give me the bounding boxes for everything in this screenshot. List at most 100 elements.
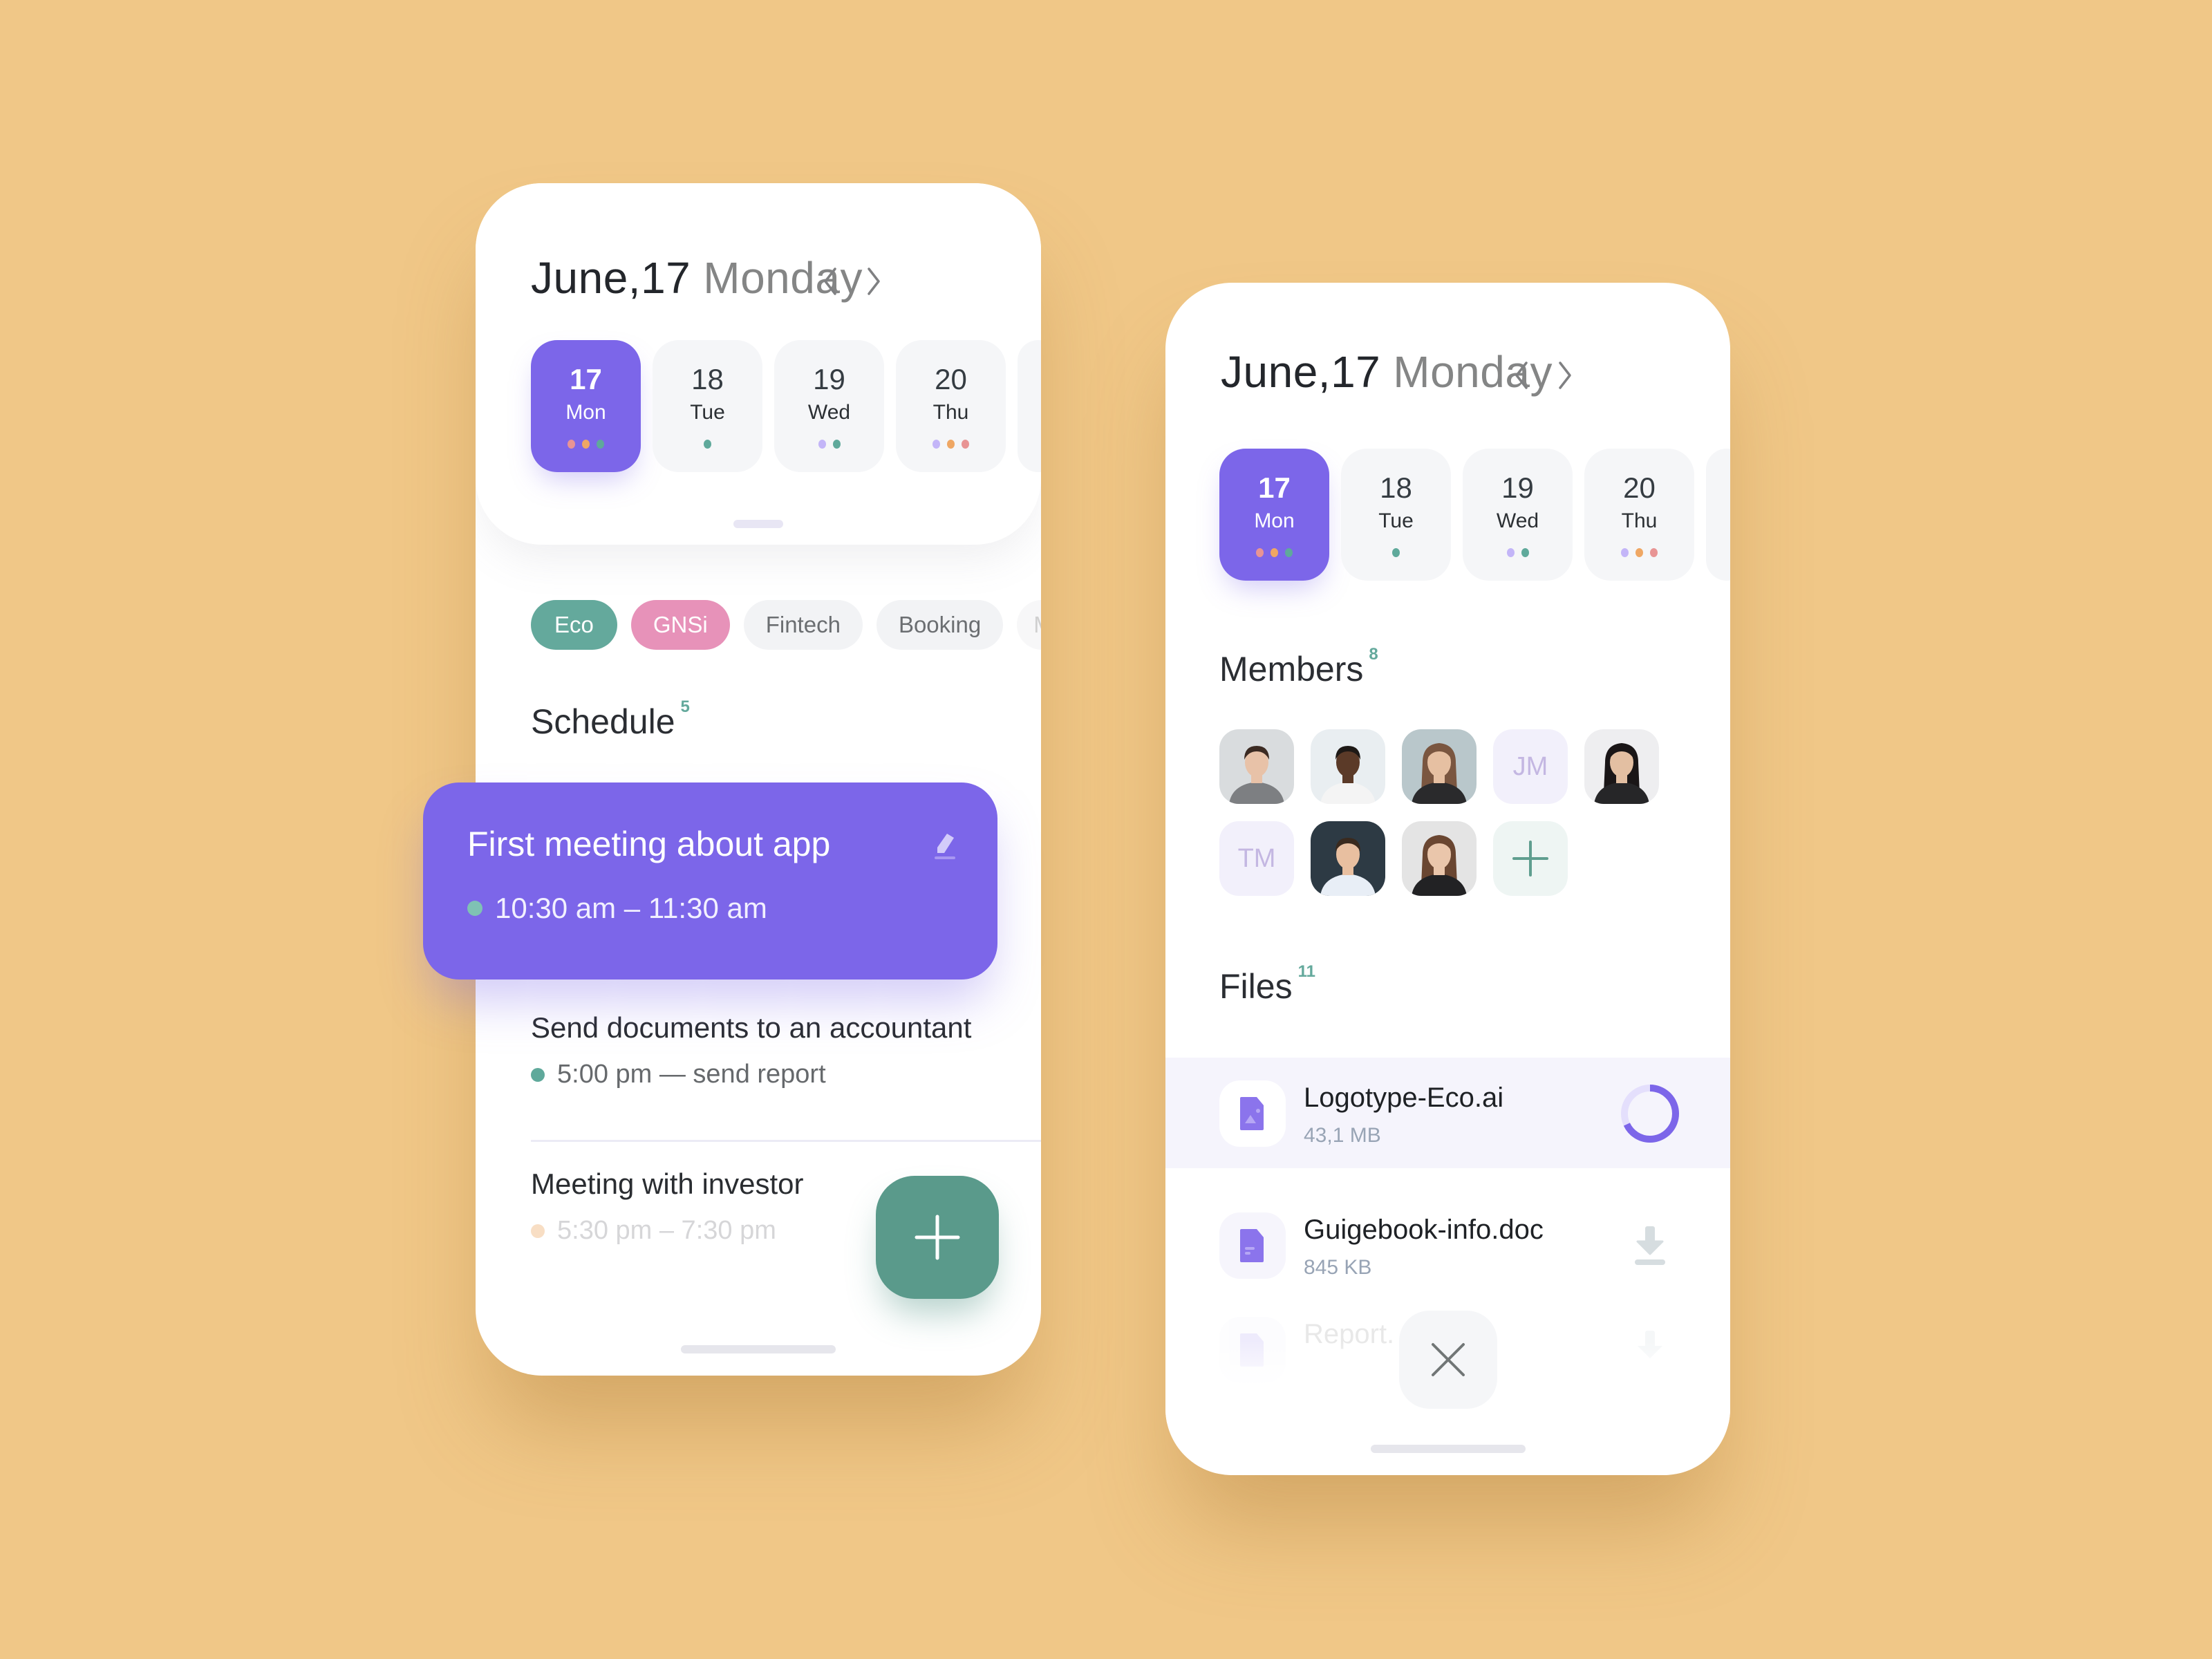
- day-number: 18: [1380, 471, 1412, 504]
- member-photo: [1219, 729, 1294, 804]
- event-dot: [818, 440, 826, 449]
- day-weekday: Tue: [690, 401, 725, 424]
- day-strip: 17 Mon 18 Tue 19 Wed 20 Thu: [531, 340, 1041, 472]
- day-number: 20: [1623, 471, 1656, 504]
- chip-booking[interactable]: Booking: [876, 600, 1004, 650]
- file-size: 845 KB: [1304, 1256, 1372, 1279]
- meeting-time: 10:30 am – 11:30 am: [467, 892, 767, 925]
- avatar-photo[interactable]: [1402, 729, 1477, 804]
- schedule-item[interactable]: Send documents to an accountant 5:00 pm …: [531, 1011, 1015, 1089]
- home-indicator: [1370, 1445, 1526, 1453]
- project-details-screen: June,17 Monday 17 Mon 18 Tue 19 Wed 20 Thu Membe…: [1165, 283, 1730, 1475]
- file-row[interactable]: Logotype-Eco.ai 43,1 MB: [1165, 1058, 1730, 1168]
- members-heading: Members 8: [1219, 645, 1378, 689]
- event-dot: [1285, 548, 1293, 557]
- files-count: 11: [1297, 962, 1315, 981]
- event-dot: [704, 440, 711, 449]
- day-card-next[interactable]: [1706, 449, 1730, 581]
- day-card-18[interactable]: 18 Tue: [653, 340, 762, 472]
- chip-eco[interactable]: Eco: [531, 600, 617, 650]
- day-card-19[interactable]: 19 Wed: [1463, 449, 1573, 581]
- files-title: Files: [1219, 967, 1293, 1006]
- event-dots: [1392, 548, 1400, 557]
- event-dot: [1256, 548, 1264, 557]
- schedule-item-subtitle: 5:30 pm – 7:30 pm: [557, 1216, 776, 1245]
- day-card-17[interactable]: 17 Mon: [531, 340, 641, 472]
- date-title: June,17 Monday: [1221, 346, 1553, 397]
- highlighted-meeting-card[interactable]: First meeting about app 10:30 am – 11:30…: [423, 782, 997, 980]
- event-dot: [568, 440, 575, 449]
- pencil-icon[interactable]: [933, 832, 957, 860]
- prev-day-button[interactable]: [813, 261, 847, 302]
- avatar-initials[interactable]: JM: [1493, 729, 1568, 804]
- date-label: June,17: [531, 253, 691, 303]
- day-number: 19: [1501, 471, 1534, 504]
- schedule-heading: Schedule 5: [531, 697, 690, 742]
- next-day-button[interactable]: [1548, 355, 1582, 396]
- members-grid: JM TM: [1219, 729, 1659, 896]
- day-number: 17: [1258, 471, 1291, 504]
- event-dots: [568, 440, 604, 449]
- event-dot: [1521, 548, 1529, 557]
- event-dots: [1506, 548, 1529, 557]
- plus-icon: [1512, 841, 1548, 877]
- schedule-title: Schedule: [531, 702, 675, 741]
- avatar-initials[interactable]: TM: [1219, 821, 1294, 896]
- event-dots: [1256, 548, 1293, 557]
- avatar-photo[interactable]: [1311, 729, 1385, 804]
- chevron-right-icon: [1559, 362, 1571, 389]
- schedule-item-title: Send documents to an accountant: [531, 1011, 972, 1044]
- day-weekday: Mon: [1254, 509, 1295, 532]
- avatar-photo[interactable]: [1311, 821, 1385, 896]
- chevron-right-icon: [868, 268, 880, 295]
- day-card-19[interactable]: 19 Wed: [774, 340, 884, 472]
- day-card-20[interactable]: 20 Thu: [896, 340, 1006, 472]
- event-dots: [704, 440, 711, 449]
- tag-filter-row: Eco GNSi Fintech Booking M: [531, 600, 1041, 650]
- add-member-button[interactable]: [1493, 821, 1568, 896]
- event-dot: [1271, 548, 1278, 557]
- chip-more[interactable]: M: [1017, 600, 1041, 650]
- meeting-title: First meeting about app: [467, 825, 831, 863]
- event-dot: [932, 440, 940, 449]
- day-number: 18: [691, 363, 724, 395]
- file-name: Logotype-Eco.ai: [1304, 1082, 1504, 1113]
- chip-gnsi[interactable]: GNSi: [630, 600, 730, 650]
- day-weekday: Thu: [932, 401, 969, 424]
- day-card-next[interactable]: [1018, 340, 1041, 472]
- prev-day-button[interactable]: [1504, 355, 1539, 396]
- add-event-button[interactable]: [876, 1176, 999, 1299]
- document-file-icon: [1219, 1212, 1286, 1279]
- member-photo: [1311, 821, 1385, 896]
- event-dot: [962, 440, 969, 449]
- day-card-18[interactable]: 18 Tue: [1341, 449, 1451, 581]
- event-dot: [597, 440, 604, 449]
- event-dot: [947, 440, 955, 449]
- event-dot: [1621, 548, 1629, 557]
- day-strip: 17 Mon 18 Tue 19 Wed 20 Thu: [1219, 449, 1730, 581]
- chip-fintech[interactable]: Fintech: [743, 600, 863, 650]
- plus-icon: [915, 1215, 960, 1260]
- calendar-header-panel: June,17 Monday 17 Mon 18 Tue 19 Wed 20 Thu: [476, 183, 1041, 545]
- schedule-count: 5: [680, 697, 690, 716]
- day-card-17[interactable]: 17 Mon: [1219, 449, 1329, 581]
- file-row[interactable]: Guigebook-info.doc 845 KB: [1165, 1190, 1730, 1300]
- day-card-20[interactable]: 20 Thu: [1584, 449, 1694, 581]
- day-number: 19: [813, 363, 845, 395]
- avatar-photo[interactable]: [1219, 729, 1294, 804]
- upload-progress-ring[interactable]: [1620, 1084, 1680, 1143]
- avatar-photo[interactable]: [1584, 729, 1659, 804]
- avatar-photo[interactable]: [1402, 821, 1477, 896]
- close-button[interactable]: [1399, 1311, 1497, 1409]
- chevron-left-icon: [1515, 362, 1528, 389]
- chevron-left-icon: [824, 268, 836, 295]
- download-icon: [1635, 1226, 1665, 1265]
- event-dot: [1635, 548, 1643, 557]
- status-dot: [531, 1067, 545, 1082]
- drag-handle[interactable]: [733, 520, 783, 528]
- file-size: 43,1 MB: [1304, 1124, 1381, 1147]
- download-button[interactable]: [1620, 1216, 1680, 1275]
- next-day-button[interactable]: [856, 261, 891, 302]
- close-icon: [1432, 1343, 1465, 1376]
- schedule-phone-screen: June,17 Monday 17 Mon 18 Tue 19 Wed 20 Thu Eco G…: [476, 183, 1041, 1376]
